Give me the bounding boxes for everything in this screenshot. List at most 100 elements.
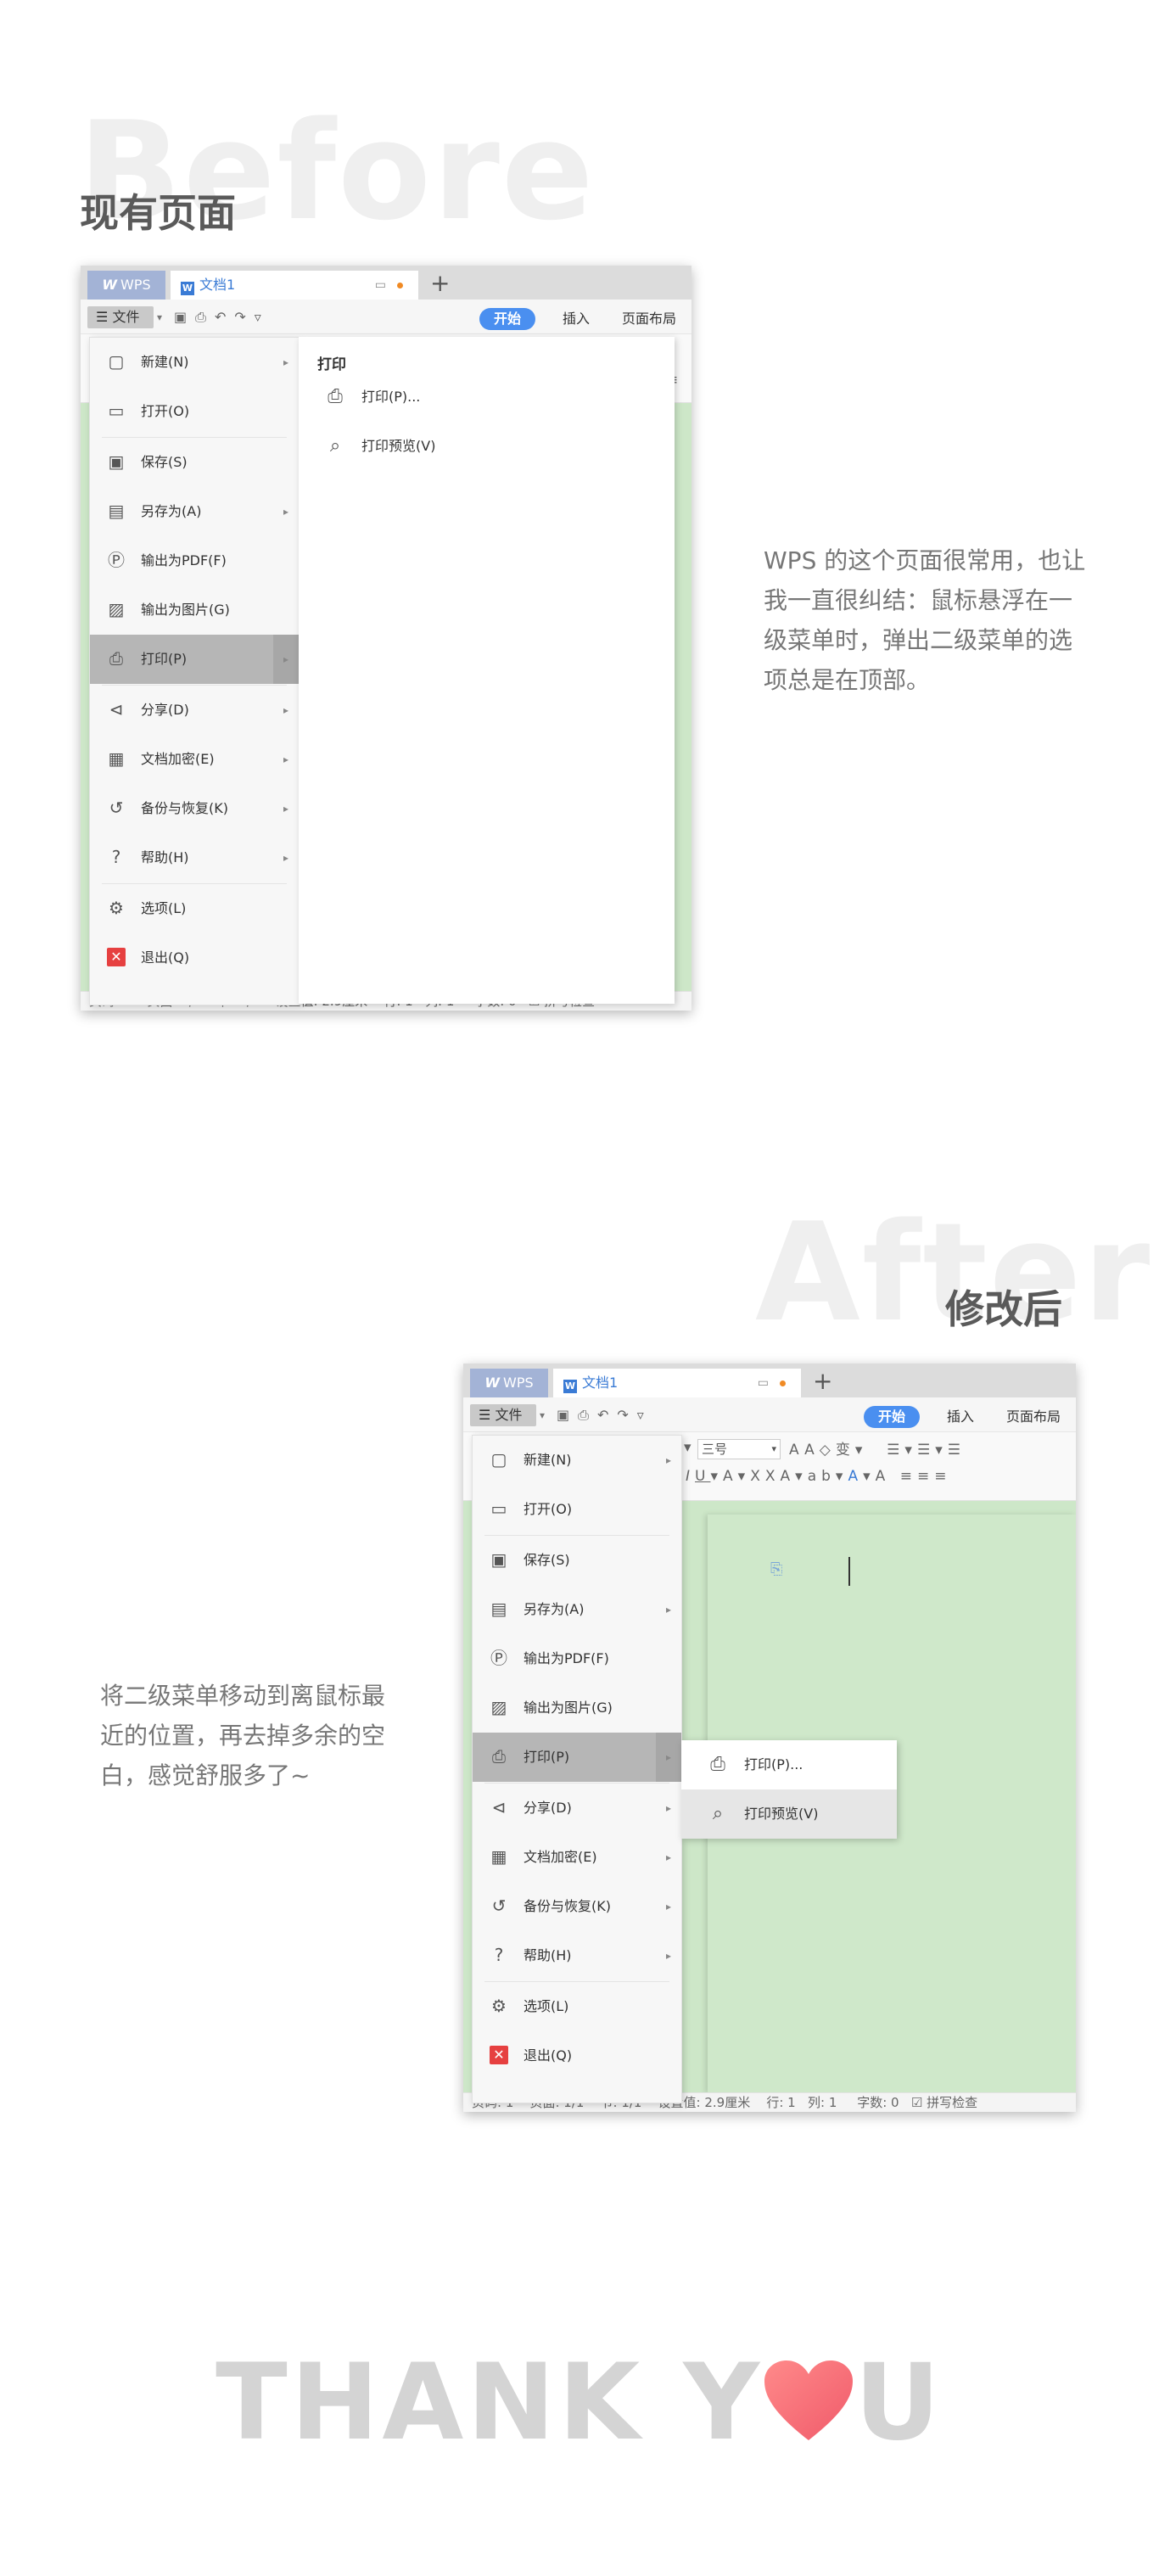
menu-item-backup[interactable]: ↺ 备份与恢复(K) ▸: [473, 1882, 681, 1931]
menu-item-label: 选项(L): [141, 900, 187, 916]
file-button-label: 文件: [112, 309, 140, 325]
chevron-right-icon: ▸: [665, 1751, 671, 1763]
menu-item-printer[interactable]: ⎙ 打印(P) ▸: [90, 635, 299, 684]
image-icon: ▨: [490, 1697, 507, 1717]
number-list-icon[interactable]: ☰: [917, 1442, 935, 1459]
print-submenu: ⎙ 打印(P)... ⌕ 打印预览(V): [681, 1740, 897, 1839]
menu-item-label: 输出为图片(G): [524, 1700, 613, 1716]
tab-start[interactable]: 开始: [479, 308, 535, 330]
thank-you-banner: THANK YU: [0, 2350, 1159, 2456]
menu-item-save-as[interactable]: ▤ 另存为(A) ▸: [473, 1585, 681, 1634]
submenu-item-print-preview[interactable]: ⌕ 打印预览(V): [299, 422, 675, 471]
undo-icon[interactable]: ↶: [215, 309, 234, 325]
menu-item-gear[interactable]: ⚙ 选项(L): [473, 1982, 681, 2031]
new-tab-button[interactable]: +: [430, 269, 450, 298]
strikethrough-icon[interactable]: A: [723, 1468, 738, 1485]
wps-home-tab[interactable]: W WPS: [470, 1369, 548, 1397]
tab-page-layout[interactable]: 页面布局: [1006, 1406, 1061, 1428]
subscript-icon[interactable]: X: [765, 1468, 781, 1485]
customize-icon[interactable]: ▿: [255, 309, 270, 325]
tab-page-layout[interactable]: 页面布局: [622, 308, 676, 330]
indent-icon[interactable]: ☰: [948, 1442, 966, 1459]
font-size-select[interactable]: 三号 ▾: [697, 1439, 781, 1459]
save-icon[interactable]: ▣: [174, 309, 195, 325]
grow-font-icon[interactable]: A: [789, 1442, 804, 1459]
menu-item-folder[interactable]: ▭ 打开(O): [90, 387, 299, 436]
italic-icon[interactable]: I: [686, 1468, 695, 1485]
menu-item-new-doc[interactable]: ▢ 新建(N) ▸: [90, 338, 299, 387]
file-menu-button[interactable]: ☰ 文件: [87, 306, 154, 328]
highlight-icon[interactable]: ab: [808, 1468, 836, 1485]
save-icon[interactable]: ▣: [557, 1407, 578, 1423]
heart-icon: [764, 2360, 854, 2440]
menu-item-pdf[interactable]: Ⓟ 输出为PDF(F): [90, 536, 299, 585]
menu-item-new-doc[interactable]: ▢ 新建(N) ▸: [473, 1436, 681, 1485]
menu-item-image[interactable]: ▨ 输出为图片(G): [90, 585, 299, 635]
print-icon[interactable]: ⎙: [195, 309, 215, 325]
eraser-icon[interactable]: ◇: [820, 1442, 836, 1459]
menu-item-exit[interactable]: ✕ 退出(Q): [90, 933, 299, 983]
tab-insert[interactable]: 插入: [947, 1406, 974, 1428]
status-spell[interactable]: 拼写检查: [927, 2095, 977, 2110]
align-center-icon[interactable]: ≡: [917, 1468, 934, 1485]
menu-item-help[interactable]: ? 帮助(H) ▸: [473, 1931, 681, 1980]
menu-item-share[interactable]: ⊲ 分享(D) ▸: [473, 1784, 681, 1833]
menu-item-image[interactable]: ▨ 输出为图片(G): [473, 1683, 681, 1733]
chevron-down-icon[interactable]: ▾: [157, 306, 162, 328]
customize-icon[interactable]: ▿: [637, 1407, 652, 1423]
font-color-icon[interactable]: A: [848, 1468, 863, 1485]
menu-item-pdf[interactable]: Ⓟ 输出为PDF(F): [473, 1634, 681, 1683]
bullet-list-icon[interactable]: ☰: [887, 1442, 904, 1459]
submenu-item-print-preview[interactable]: ⌕ 打印预览(V): [681, 1789, 897, 1839]
align-right-icon[interactable]: ≡: [934, 1468, 951, 1485]
menu-item-encrypt[interactable]: ▦ 文档加密(E) ▸: [473, 1833, 681, 1882]
superscript-icon[interactable]: X: [750, 1468, 765, 1485]
status-col: 列: 1: [808, 2095, 837, 2110]
tab-start[interactable]: 开始: [864, 1406, 920, 1428]
menu-item-label: 退出(Q): [524, 2047, 573, 2064]
file-menu-button[interactable]: ☰ 文件: [470, 1404, 536, 1426]
menu-item-label: 打开(O): [524, 1501, 573, 1517]
shrink-font-icon[interactable]: A: [804, 1442, 820, 1459]
monitor-icon[interactable]: ▭: [375, 271, 386, 300]
phonetic-icon[interactable]: 变: [836, 1442, 855, 1459]
menu-item-printer[interactable]: ⎙ 打印(P) ▸: [473, 1733, 681, 1782]
new-tab-button[interactable]: +: [813, 1367, 832, 1396]
menu-item-encrypt[interactable]: ▦ 文档加密(E) ▸: [90, 735, 299, 784]
menu-item-save[interactable]: ▣ 保存(S): [90, 438, 299, 487]
redo-icon[interactable]: ↷: [617, 1407, 636, 1423]
unsaved-dot-icon: [780, 1380, 786, 1386]
wps-home-tab[interactable]: W WPS: [87, 271, 165, 300]
print-icon[interactable]: ⎙: [578, 1407, 597, 1423]
submenu-item-label: 打印预览(V): [744, 1806, 819, 1822]
menu-item-save[interactable]: ▣ 保存(S): [473, 1536, 681, 1585]
menu-item-save-as[interactable]: ▤ 另存为(A) ▸: [90, 487, 299, 536]
submenu-item-print[interactable]: ⎙ 打印(P)...: [299, 372, 675, 422]
folder-icon: ▭: [490, 1498, 507, 1519]
menu-item-help[interactable]: ? 帮助(H) ▸: [90, 833, 299, 882]
char-shading-icon[interactable]: A: [876, 1468, 891, 1485]
tab-insert[interactable]: 插入: [563, 308, 590, 330]
document-tab[interactable]: W 文档1 ▭: [553, 1369, 801, 1397]
chevron-right-icon: ▸: [665, 1901, 671, 1912]
share-icon: ⊲: [109, 699, 124, 720]
submenu-header: 打印: [317, 356, 346, 373]
text-effect-icon[interactable]: A: [781, 1468, 796, 1485]
word-doc-icon: W: [563, 1380, 577, 1393]
undo-icon[interactable]: ↶: [597, 1407, 617, 1423]
menu-item-exit[interactable]: ✕ 退出(Q): [473, 2031, 681, 2080]
monitor-icon[interactable]: ▭: [758, 1369, 769, 1397]
redo-icon[interactable]: ↷: [234, 309, 254, 325]
submenu-item-print[interactable]: ⎙ 打印(P)...: [681, 1740, 897, 1789]
title-bar: W WPS W 文档1 ▭ +: [463, 1364, 1076, 1397]
underline-icon[interactable]: U: [695, 1468, 710, 1485]
wps-tab-label: WPS: [503, 1375, 534, 1391]
menu-item-backup[interactable]: ↺ 备份与恢复(K) ▸: [90, 784, 299, 833]
menu-item-gear[interactable]: ⚙ 选项(L): [90, 884, 299, 933]
align-left-icon[interactable]: ≡: [900, 1468, 917, 1485]
menu-item-share[interactable]: ⊲ 分享(D) ▸: [90, 686, 299, 735]
menu-item-folder[interactable]: ▭ 打开(O): [473, 1485, 681, 1534]
font-size-value: 三号: [702, 1442, 728, 1457]
document-tab[interactable]: W 文档1 ▭: [171, 271, 418, 300]
chevron-down-icon[interactable]: ▾: [540, 1404, 545, 1426]
